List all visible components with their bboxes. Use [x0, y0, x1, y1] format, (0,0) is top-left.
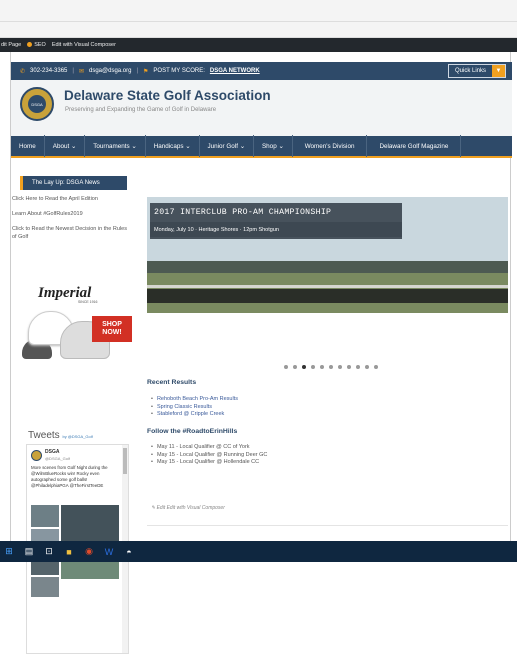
app-icon[interactable]: ◓ [123, 546, 135, 557]
post-score-label: POST MY SCORE: [153, 68, 205, 74]
word-icon[interactable]: W [103, 546, 115, 557]
result-link[interactable]: Spring Classic Results [151, 404, 238, 412]
contact-bar: ✆ 302-234-3365 | ✉ dsga@dsga.org | ⚑ POS… [11, 62, 512, 80]
slider-dot[interactable] [356, 365, 360, 369]
recent-results-heading: Recent Results [147, 379, 197, 386]
site-header: DSGA Delaware State Golf Association Pre… [11, 80, 512, 136]
main-nav: Home About ⌄ Tournaments ⌄ Handicaps ⌄ J… [11, 135, 512, 158]
follow-list: May 11 - Local Qualifier @ CC of YorkMay… [151, 444, 267, 467]
slider-dot[interactable] [284, 365, 288, 369]
nav-handicaps[interactable]: Handicaps ⌄ [146, 135, 200, 157]
tweet-photo[interactable] [31, 577, 59, 597]
site-wrapper: ✆ 302-234-3365 | ✉ dsga@dsga.org | ⚑ POS… [10, 52, 512, 654]
sidebar-link-rules2019[interactable]: Learn About #GolfRules2019 [12, 211, 130, 219]
browser-top-area [0, 0, 517, 38]
tweets-heading: Tweets by @DSGA_Golf [28, 430, 93, 441]
dsga-logo[interactable]: DSGA [20, 87, 54, 121]
edit-vc-link[interactable]: ✎ Edit Edit with Visual Composer [151, 505, 225, 511]
qualifier-item[interactable]: May 15 - Local Qualifier @ Running Deer … [151, 452, 267, 460]
quick-links-button[interactable]: Quick Links ▼ [447, 64, 506, 78]
nav-shop[interactable]: Shop ⌄ [254, 135, 293, 157]
slider-dot[interactable] [365, 365, 369, 369]
slider-dot[interactable] [338, 365, 342, 369]
slider-dot[interactable] [311, 365, 315, 369]
admin-edit-vc[interactable]: Edit with Visual Composer [52, 42, 116, 48]
phone-number[interactable]: 302-234-3365 [30, 68, 67, 74]
ad-since: SINCE 1916 [78, 300, 98, 304]
email-link[interactable]: dsga@dsga.org [89, 68, 131, 74]
flag-icon: ⚑ [143, 68, 149, 75]
email-icon: ✉ [78, 68, 84, 75]
nav-junior-golf[interactable]: Junior Golf ⌄ [200, 135, 254, 157]
tweets-by[interactable]: by @DSGA_Golf [62, 434, 92, 439]
slider-dot[interactable] [347, 365, 351, 369]
slide-subtitle: Monday, July 10 · Heritage Shores · 12pm… [150, 222, 402, 237]
hero-slider[interactable]: 2017 INTERCLUB PRO-AM CHAMPIONSHIP Monda… [147, 197, 508, 313]
admin-edit-page[interactable]: dit Page [1, 42, 21, 48]
result-link[interactable]: Rehoboth Beach Pro-Am Results [151, 396, 238, 404]
shop-now-badge[interactable]: SHOP NOW! [92, 316, 132, 342]
windows-taskbar: ⊞ ▤ ⊡ ■ ◉ W ◓ [0, 541, 517, 562]
nav-golf-magazine[interactable]: Delaware Golf Magazine [367, 135, 462, 157]
tweet-author-name[interactable]: DSGA [45, 449, 59, 455]
nav-about[interactable]: About ⌄ [45, 135, 86, 157]
slider-dot[interactable] [320, 365, 324, 369]
slider-dots [284, 365, 378, 369]
quick-links-label: Quick Links [454, 68, 486, 74]
qualifier-item[interactable]: May 11 - Local Qualifier @ CC of York [151, 444, 267, 452]
file-explorer-icon[interactable]: ▤ [23, 546, 35, 557]
tweet-author-handle[interactable]: @DSGA_Golf [45, 456, 70, 461]
tweet-photo[interactable] [31, 505, 59, 527]
seo-status-icon [27, 42, 33, 48]
slider-dot[interactable] [374, 365, 378, 369]
chrome-icon[interactable]: ◉ [83, 546, 95, 557]
wp-admin-bar: dit Page SEO Edit with Visual Composer [0, 38, 517, 52]
divider [147, 525, 508, 526]
tweet-text: More scenes from Golf Night during the @… [31, 465, 108, 488]
left-sidebar: The Lay Up: DSGA News Click Here to Read… [11, 167, 137, 654]
media-icon[interactable]: ■ [63, 546, 75, 557]
imperial-ad[interactable]: Imperial SINCE 1916 SHOP NOW! [20, 285, 132, 373]
site-tagline: Preserving and Expanding the Game of Gol… [65, 107, 217, 113]
avatar[interactable] [31, 450, 42, 461]
chevron-down-icon: ▼ [492, 65, 505, 77]
nav-home[interactable]: Home [11, 135, 45, 157]
sidebar-link-april[interactable]: Click Here to Read the April Edition [12, 196, 130, 204]
slide-caption: 2017 INTERCLUB PRO-AM CHAMPIONSHIP Monda… [150, 203, 402, 239]
site-title[interactable]: Delaware State Golf Association [64, 88, 271, 103]
slider-dot[interactable] [302, 365, 306, 369]
sidebar-link-decision[interactable]: Click to Read the Newest Decision in the… [12, 226, 130, 241]
follow-heading: Follow the #RoadtoErinHills [147, 428, 238, 435]
news-box-title: The Lay Up: DSGA News [20, 176, 127, 190]
qualifier-item[interactable]: May 15 - Local Qualifier @ Hollendale CC [151, 459, 267, 467]
admin-seo[interactable]: SEO [27, 42, 46, 48]
slider-dot[interactable] [329, 365, 333, 369]
start-icon[interactable]: ⊞ [3, 546, 15, 557]
recent-results-list: Rehoboth Beach Pro-Am ResultsSpring Clas… [151, 396, 238, 419]
nav-womens-division[interactable]: Women's Division [293, 135, 368, 157]
nav-tournaments[interactable]: Tournaments ⌄ [85, 135, 146, 157]
slider-dot[interactable] [293, 365, 297, 369]
phone-icon: ✆ [20, 68, 26, 75]
tweet-photo[interactable] [61, 505, 119, 541]
store-icon[interactable]: ⊡ [43, 546, 55, 557]
dsga-network-link[interactable]: DSGA NETWORK [210, 68, 260, 74]
result-link[interactable]: Stableford @ Cripple Creek [151, 411, 238, 419]
slide-title: 2017 INTERCLUB PRO-AM CHAMPIONSHIP [154, 208, 332, 217]
